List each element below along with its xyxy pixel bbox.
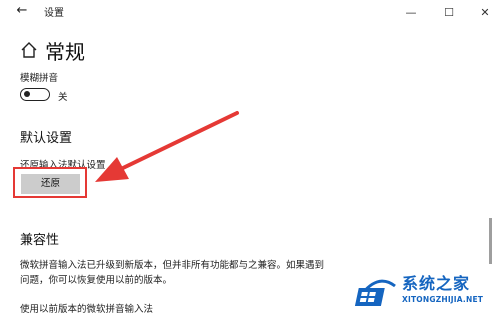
previous-version-label: 使用以前版本的微软拼音输入法 <box>20 304 154 315</box>
watermark-logo-icon <box>355 279 396 306</box>
compatibility-heading: 兼容性 <box>20 233 60 248</box>
watermark: 系统之家 XITONGZHIJIA.NET <box>355 264 500 318</box>
compatibility-description: 微软拼音输入法已升级到新版本，但并非所有功能都与之兼容。如果遇到问题，你可以恢复… <box>20 260 325 286</box>
watermark-name: 系统之家 <box>402 274 471 293</box>
watermark-url: XITONGZHIJIA.NET <box>402 295 484 304</box>
